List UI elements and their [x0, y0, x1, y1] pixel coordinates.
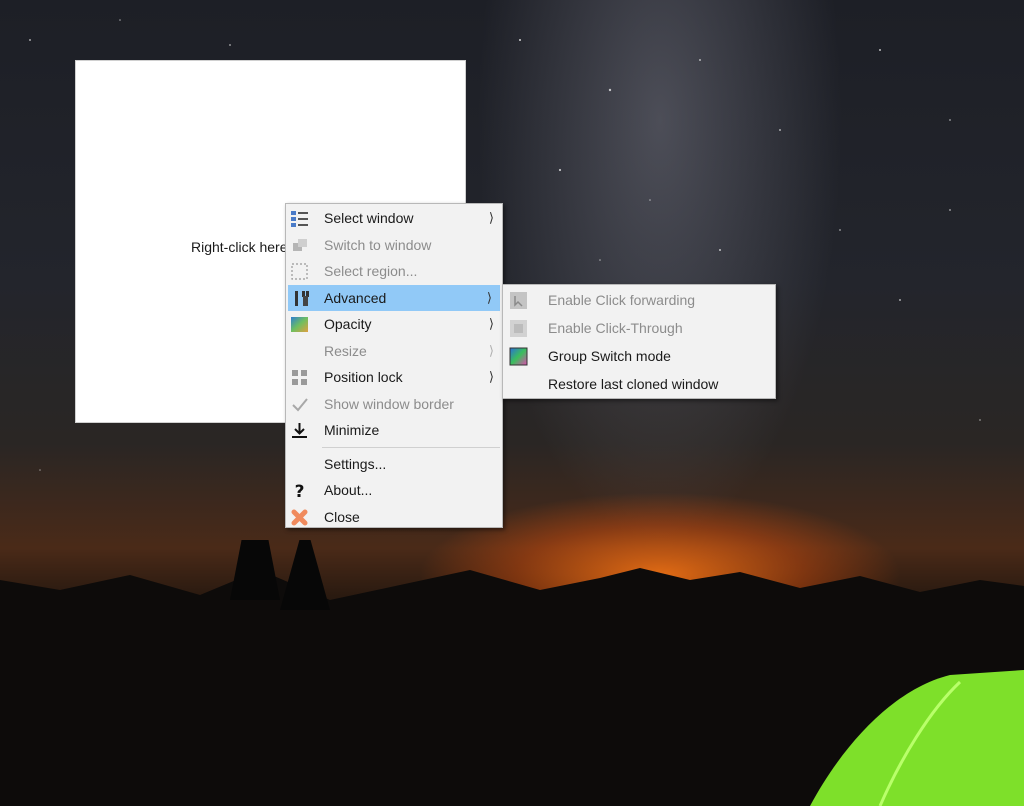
submenu-arrow-icon: ⟩ [486, 289, 492, 305]
switch-window-icon [293, 238, 307, 251]
submenu-item-label: Group Switch mode [548, 348, 671, 364]
menu-item-label: Opacity [324, 316, 372, 332]
menu-item-label: Advanced [324, 289, 387, 306]
menu-item-close[interactable]: Close [286, 504, 502, 531]
submenu-arrow-icon: ⟩ [488, 316, 494, 331]
menu-item-label: Show window border [324, 395, 454, 412]
window-list-icon [291, 211, 308, 227]
group-switch-icon [509, 347, 528, 366]
question-icon: ? [295, 482, 305, 500]
menu-item-label: About... [324, 482, 373, 498]
menu-item-position-lock[interactable]: Position lock ⟩ [286, 364, 502, 391]
submenu-item-group-switch-mode[interactable]: Group Switch mode [503, 342, 775, 370]
submenu-item-label: Enable Click forwarding [548, 292, 696, 308]
click-through-icon [510, 320, 527, 337]
submenu-item-label: Restore last cloned window [548, 376, 719, 392]
menu-item-opacity[interactable]: Opacity ⟩ [286, 311, 502, 338]
close-icon [291, 509, 308, 525]
context-menu: Select window ⟩ Switch to window Select … [285, 203, 503, 528]
submenu-item-enable-click-forwarding[interactable]: Enable Click forwarding [503, 286, 775, 314]
menu-item-label: Select window [324, 210, 414, 226]
menu-item-select-window[interactable]: Select window ⟩ [286, 205, 502, 232]
menu-item-label: Settings... [324, 455, 387, 472]
opacity-icon [291, 317, 308, 332]
tent [810, 670, 1024, 806]
region-select-icon [291, 263, 308, 280]
minimize-icon [292, 423, 307, 438]
menu-item-switch-to-window[interactable]: Switch to window [286, 232, 502, 259]
click-forwarding-icon [510, 292, 527, 309]
advanced-submenu: Enable Click forwarding Enable Click-Thr… [502, 284, 776, 399]
submenu-item-label: Enable Click-Through [548, 320, 683, 336]
menu-item-label: Switch to window [324, 236, 432, 253]
svg-text:?: ? [295, 482, 305, 500]
submenu-item-restore-last-cloned-window[interactable]: Restore last cloned window [503, 370, 775, 398]
submenu-arrow-icon: ⟩ [488, 369, 494, 384]
menu-item-resize[interactable]: Resize ⟩ [286, 338, 502, 365]
menu-item-minimize[interactable]: Minimize [286, 417, 502, 444]
menu-item-select-region[interactable]: Select region... [286, 258, 502, 285]
menu-item-label: Close [324, 508, 360, 525]
submenu-item-enable-click-through[interactable]: Enable Click-Through [503, 314, 775, 342]
menu-item-label: Resize [324, 342, 367, 359]
submenu-arrow-icon: ⟩ [488, 210, 494, 225]
menu-item-about[interactable]: ? About... [286, 477, 502, 504]
menu-item-label: Select region... [324, 263, 418, 279]
menu-item-advanced[interactable]: Advanced ⟩ [288, 284, 500, 311]
submenu-arrow-icon: ⟩ [488, 342, 494, 358]
menu-separator [322, 446, 500, 448]
tools-icon [295, 290, 309, 306]
menu-item-show-window-border[interactable]: Show window border [286, 391, 502, 418]
position-lock-icon [292, 370, 307, 385]
menu-item-label: Minimize [324, 422, 380, 438]
right-click-hint: Right-click here [191, 239, 288, 255]
menu-item-settings[interactable]: Settings... [286, 451, 502, 478]
menu-item-label: Position lock [324, 369, 403, 385]
checkmark-icon [292, 397, 308, 411]
